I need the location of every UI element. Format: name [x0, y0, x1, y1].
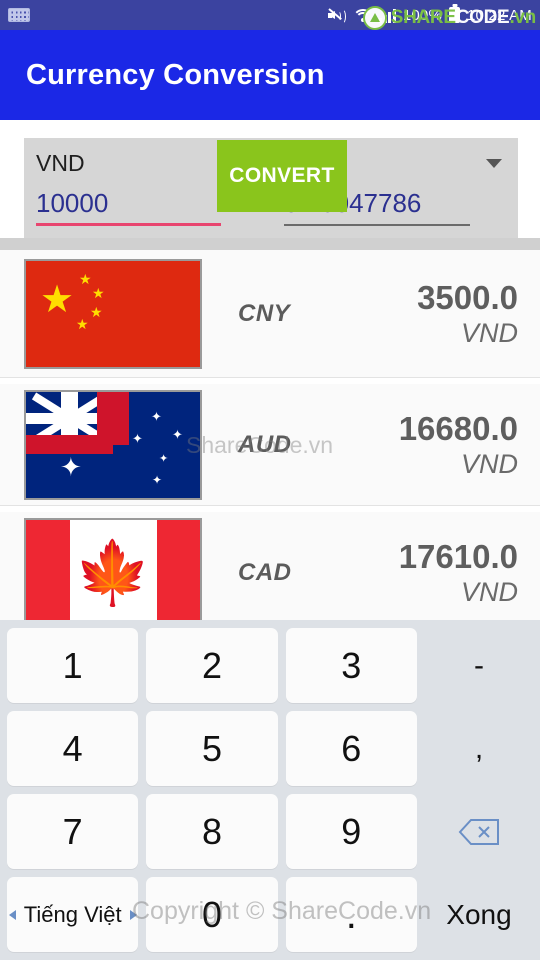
language-label: Tiếng Việt: [23, 901, 122, 927]
keyboard-row: Tiếng Việt 0 . Xong: [3, 873, 537, 956]
rate-value: 16680.0: [398, 409, 518, 447]
key-0[interactable]: 0: [146, 877, 278, 952]
key-6[interactable]: 6: [285, 711, 417, 786]
sharecode-watermark-logo: SHARECODE.vn: [362, 6, 537, 30]
status-bar-left: [8, 8, 30, 22]
app-root: 100% 10:22 AM SHARECODE.vn Currency Conv…: [0, 0, 540, 960]
logo-tld-text: .vn: [509, 7, 536, 28]
chevron-down-icon[interactable]: [486, 158, 502, 168]
page-title: Currency Conversion: [26, 58, 325, 91]
rates-list: ★ ★ ★ ★ ★ CNY 3500.0 VND ✦ ✦ ✦ ✦ ✦ ✦ AUD…: [0, 250, 540, 620]
rate-unit: VND: [460, 576, 518, 607]
arrow-right-icon: [129, 909, 137, 920]
from-amount-underline: [36, 223, 221, 226]
currency-code: CAD: [238, 558, 292, 586]
key-done[interactable]: Xong: [425, 877, 533, 952]
rate-block: 17610.0 VND: [399, 538, 518, 608]
key-comma[interactable]: ,: [425, 711, 533, 786]
table-row[interactable]: ★ ★ ★ ★ ★ CNY 3500.0 VND: [0, 250, 540, 378]
key-3[interactable]: 3: [285, 628, 417, 703]
backspace-icon: [457, 817, 501, 847]
key-language-switch[interactable]: Tiếng Việt: [7, 877, 139, 952]
app-bar: Currency Conversion: [0, 30, 540, 120]
logo-code-text: CODE: [455, 7, 510, 28]
key-backspace[interactable]: [425, 794, 533, 869]
section-divider: [0, 238, 540, 250]
key-5[interactable]: 5: [146, 711, 278, 786]
keyboard-row: 4 5 6 ,: [3, 707, 537, 790]
mute-icon: [328, 7, 347, 24]
rate-value: 3500.0: [417, 278, 518, 316]
to-amount-underline: [284, 224, 470, 226]
keyboard-row: 7 8 9: [3, 790, 537, 873]
sharecode-logo-text: SHARECODE.vn: [390, 7, 537, 29]
table-row[interactable]: 🍁 CAD 17610.0 VND: [0, 506, 540, 620]
sharecode-badge-icon: [362, 6, 387, 30]
convert-button[interactable]: CONVERT: [217, 140, 347, 212]
flag-australia: ✦ ✦ ✦ ✦ ✦ ✦: [24, 389, 202, 500]
flag-canada: 🍁: [24, 517, 202, 620]
flag-china: ★ ★ ★ ★ ★: [24, 258, 202, 369]
currency-code: AUD: [238, 430, 292, 458]
main-content: VND 10000 CONVERT USD 0.4304778: [0, 120, 540, 620]
from-amount-value: 10000: [36, 188, 109, 218]
converter-panel: VND 10000 CONVERT USD 0.4304778: [24, 138, 518, 238]
key-minus[interactable]: -: [425, 628, 533, 703]
numeric-keyboard: 1 2 3 - 4 5 6 , 7 8 9 Tiếng Việt 0 . Xon…: [0, 620, 540, 960]
key-8[interactable]: 8: [146, 794, 278, 869]
keyboard-icon: [8, 8, 30, 22]
logo-share-text: SHARE: [390, 7, 456, 28]
key-period[interactable]: .: [285, 877, 417, 952]
key-4[interactable]: 4: [7, 711, 139, 786]
keyboard-row: 1 2 3 -: [3, 624, 537, 707]
currency-code: CNY: [238, 299, 291, 327]
key-9[interactable]: 9: [285, 794, 417, 869]
rate-value: 17610.0: [398, 537, 518, 575]
key-2[interactable]: 2: [146, 628, 278, 703]
rate-unit: VND: [460, 317, 518, 348]
key-1[interactable]: 1: [7, 628, 139, 703]
from-currency-label: VND: [36, 149, 85, 176]
table-row[interactable]: ✦ ✦ ✦ ✦ ✦ ✦ AUD 16680.0 VND: [0, 378, 540, 506]
arrow-left-icon: [8, 909, 16, 920]
key-7[interactable]: 7: [7, 794, 139, 869]
rate-block: 16680.0 VND: [399, 410, 518, 480]
rate-block: 3500.0 VND: [417, 279, 518, 349]
rate-unit: VND: [460, 448, 518, 479]
converter-section: VND 10000 CONVERT USD 0.4304778: [0, 120, 540, 238]
